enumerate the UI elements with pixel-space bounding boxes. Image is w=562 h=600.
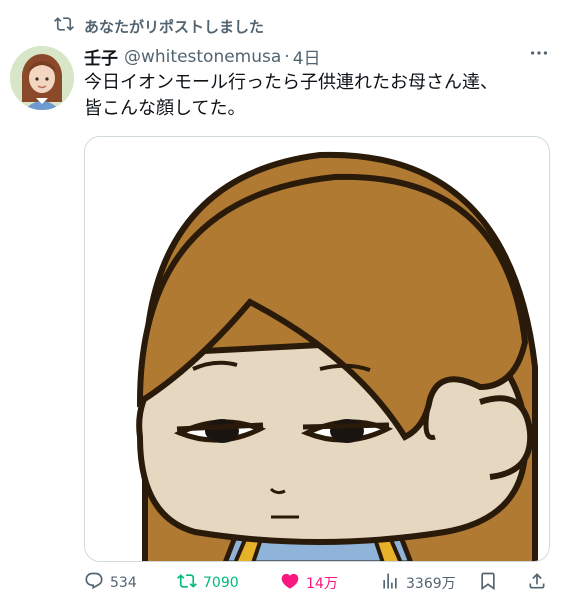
tweet-card[interactable]: あなたがリポストしました 壬子 @whitestonemusa · 4日 今日イ… <box>0 0 562 600</box>
bookmark-icon <box>478 571 498 595</box>
repost-icon <box>54 14 74 38</box>
share-icon <box>527 571 547 595</box>
separator: · <box>284 46 290 67</box>
heart-icon <box>280 571 300 595</box>
analytics-icon <box>380 571 400 595</box>
views-button[interactable]: 3369万 <box>380 570 456 596</box>
tweet-text-line: 今日イオンモール行ったら子供連れたお母さん達、 <box>84 72 498 93</box>
author-name[interactable]: 壬子 <box>84 44 118 69</box>
like-button[interactable]: 14万 <box>280 570 338 596</box>
like-count: 14万 <box>306 576 338 592</box>
share-button[interactable] <box>527 570 547 596</box>
reply-icon <box>84 571 104 595</box>
timestamp[interactable]: 4日 <box>293 44 321 69</box>
tweet-text-line: 皆こんな顔してた。 <box>84 98 246 119</box>
more-options-button[interactable] <box>520 44 550 66</box>
repost-label: あなたがリポストしました <box>84 17 265 36</box>
bookmark-button[interactable] <box>478 570 498 596</box>
tweet-header: 壬子 @whitestonemusa · 4日 <box>84 44 550 69</box>
tweet-media-image[interactable] <box>84 136 550 562</box>
action-bar: 534 7090 14万 3369万 <box>84 570 550 596</box>
more-icon <box>528 42 550 69</box>
tweet-text: 今日イオンモール行ったら子供連れたお母さん達、 皆こんな顔してた。 <box>84 70 544 122</box>
avatar[interactable] <box>10 46 74 110</box>
reply-count: 534 <box>110 575 137 591</box>
reply-button[interactable]: 534 <box>84 570 137 596</box>
repost-indicator: あなたがリポストしました <box>54 14 264 38</box>
view-count: 3369万 <box>406 576 456 592</box>
repost-count: 7090 <box>203 575 239 591</box>
author-handle[interactable]: @whitestonemusa <box>124 47 281 67</box>
repost-icon <box>177 571 197 595</box>
repost-button[interactable]: 7090 <box>177 570 239 596</box>
